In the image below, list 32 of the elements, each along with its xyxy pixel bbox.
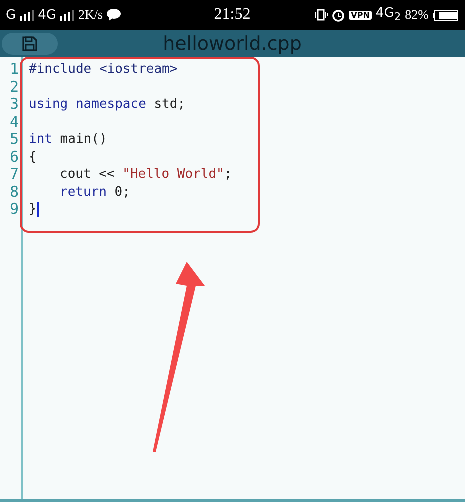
file-title: helloworld.cpp bbox=[163, 32, 302, 54]
line-number: 6 bbox=[10, 148, 20, 166]
code-line: return 0; bbox=[59, 184, 130, 201]
code-line: cout << "Hello World"; bbox=[59, 166, 232, 184]
battery-label: 82% bbox=[405, 7, 430, 23]
vpn-badge: VPN bbox=[349, 10, 372, 20]
signal-icon bbox=[60, 10, 74, 20]
clock: 21:52 bbox=[214, 6, 251, 24]
line-number: 8 bbox=[10, 184, 20, 201]
code-line: { bbox=[29, 148, 37, 166]
save-icon bbox=[22, 36, 38, 52]
speed-label: 2K/s bbox=[78, 7, 103, 23]
code-line: using namespace std; bbox=[29, 96, 186, 114]
line-number: 3 bbox=[10, 96, 20, 114]
line-number: 9 bbox=[10, 201, 20, 218]
vibrate-icon bbox=[314, 9, 328, 21]
line-number: 4 bbox=[10, 114, 20, 131]
alarm-icon bbox=[332, 8, 346, 22]
network-label: 4G bbox=[38, 8, 56, 22]
line-number: 1 bbox=[10, 61, 20, 78]
network-label: G bbox=[6, 8, 16, 22]
chat-icon bbox=[107, 9, 121, 21]
code-line: #include <iostream> bbox=[29, 61, 178, 78]
code-line: } bbox=[29, 201, 39, 218]
code-line: int main() bbox=[29, 131, 108, 148]
save-button[interactable] bbox=[2, 32, 58, 54]
network-label: 4G$_{2}$ bbox=[376, 6, 402, 24]
battery-icon bbox=[433, 10, 460, 20]
line-number: 7 bbox=[10, 166, 20, 184]
signal-icon bbox=[20, 10, 34, 20]
line-number: 5 bbox=[10, 131, 20, 148]
line-number: 2 bbox=[10, 78, 20, 96]
